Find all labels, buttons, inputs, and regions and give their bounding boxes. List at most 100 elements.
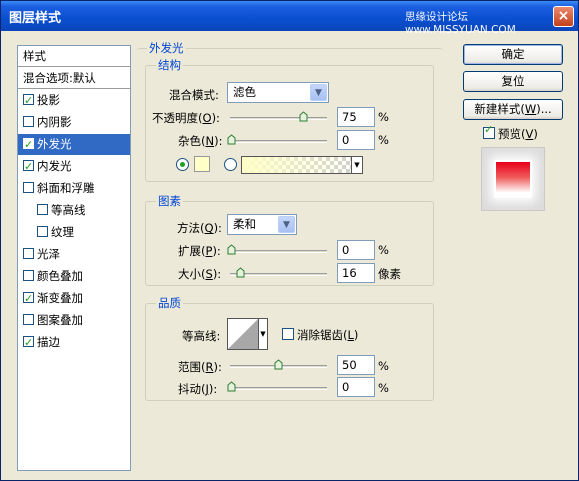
contour-label: 等高线:	[182, 329, 221, 343]
title-bar[interactable]: 图层样式 思缘设计论坛 www.MISSYUAN.COM ×	[1, 1, 578, 36]
style-list-label: 样式	[23, 49, 46, 63]
chevron-down-icon: ▼	[310, 84, 327, 101]
chevron-down-icon: ▼	[278, 216, 295, 233]
gradient-picker[interactable]: ▼	[241, 156, 363, 174]
blend-mode-value: 滤色	[233, 85, 256, 99]
style-list-item[interactable]: 纹理	[18, 222, 130, 243]
range-input[interactable]: 50	[337, 355, 375, 375]
style-list-label: 内发光	[37, 159, 72, 173]
spread-slider-thumb[interactable]	[227, 244, 236, 255]
quality-title: 品质	[156, 295, 183, 311]
style-list-label: 内阴影	[37, 115, 72, 129]
jitter-slider-thumb[interactable]	[227, 381, 236, 392]
style-list-item[interactable]: 内发光	[18, 156, 130, 177]
style-list-label: 斜面和浮雕	[37, 181, 95, 195]
dialog-title: 图层样式	[9, 11, 62, 26]
style-list-label: 外发光	[37, 137, 72, 151]
opacity-slider-track[interactable]	[230, 117, 327, 120]
style-list-item[interactable]: 投影	[18, 90, 130, 111]
preview-square	[494, 160, 532, 198]
solid-color-radio[interactable]	[176, 158, 189, 171]
style-list-label: 光泽	[37, 247, 60, 261]
antialias-label: 消除锯齿(L)	[297, 328, 359, 342]
size-input[interactable]: 16	[337, 263, 375, 283]
opacity-slider-thumb[interactable]	[299, 111, 308, 122]
outer-glow-title: 外发光	[147, 40, 186, 56]
style-checkbox[interactable]	[37, 226, 48, 237]
style-checkbox[interactable]	[23, 182, 34, 193]
style-list-label: 颜色叠加	[37, 269, 83, 283]
structure-title: 结构	[156, 57, 183, 73]
style-list-item[interactable]: 内阴影	[18, 112, 130, 133]
elements-title: 图素	[156, 193, 183, 209]
style-checkbox[interactable]	[23, 116, 34, 127]
style-checkbox[interactable]	[23, 288, 34, 309]
size-slider-thumb[interactable]	[236, 267, 245, 278]
style-list-item[interactable]: 颜色叠加	[18, 266, 130, 287]
spread-slider-track[interactable]	[230, 250, 327, 253]
style-list-item[interactable]: 外发光	[18, 134, 130, 155]
style-list-label: 描边	[37, 335, 60, 349]
technique-label: 方法(Q):	[177, 221, 222, 235]
size-unit: 像素	[378, 267, 401, 281]
style-checkbox[interactable]	[23, 134, 34, 155]
range-slider-thumb[interactable]	[274, 359, 283, 370]
glow-color-swatch[interactable]	[194, 156, 210, 172]
style-preview	[481, 147, 545, 211]
style-checkbox[interactable]	[23, 332, 34, 353]
style-list-item[interactable]: 样式	[18, 46, 130, 67]
range-percent: %	[378, 359, 389, 373]
antialias-checkbox[interactable]	[282, 328, 294, 340]
layer-style-dialog: 图层样式 思缘设计论坛 www.MISSYUAN.COM × 样式混合选项:默认…	[0, 0, 579, 481]
style-list-item[interactable]: 描边	[18, 332, 130, 353]
opacity-label: 不透明度(O):	[152, 111, 220, 125]
style-list-item[interactable]: 光泽	[18, 244, 130, 265]
preview-label: 预览(V)	[498, 127, 538, 141]
style-checkbox[interactable]	[23, 270, 34, 281]
blend-mode-select[interactable]: 滤色 ▼	[227, 82, 329, 103]
noise-percent: %	[378, 133, 389, 147]
new-style-button[interactable]: 新建样式(W)...	[463, 99, 563, 120]
spread-label: 扩展(P):	[178, 244, 221, 258]
style-checkbox[interactable]	[23, 314, 34, 325]
style-list-item[interactable]: 等高线	[18, 200, 130, 221]
gradient-radio[interactable]	[224, 158, 237, 171]
style-list-item[interactable]: 渐变叠加	[18, 288, 130, 309]
style-list: 样式混合选项:默认投影内阴影外发光内发光斜面和浮雕等高线纹理光泽颜色叠加渐变叠加…	[17, 45, 131, 471]
preview-checkbox[interactable]	[483, 123, 495, 139]
jitter-input[interactable]: 0	[337, 377, 375, 397]
jitter-label: 抖动(J):	[178, 382, 218, 396]
jitter-slider-track[interactable]	[230, 387, 327, 390]
ok-button[interactable]: 确定	[463, 44, 563, 65]
style-list-label: 混合选项:默认	[23, 71, 96, 85]
technique-value: 柔和	[233, 217, 256, 231]
style-list-label: 图案叠加	[37, 313, 83, 327]
style-checkbox[interactable]	[23, 90, 34, 111]
style-checkbox[interactable]	[23, 248, 34, 259]
noise-slider-track[interactable]	[230, 140, 327, 143]
jitter-percent: %	[378, 381, 389, 395]
reset-button[interactable]: 复位	[463, 71, 563, 92]
technique-select[interactable]: 柔和 ▼	[227, 214, 297, 235]
noise-input[interactable]: 0	[337, 130, 375, 150]
style-list-label: 投影	[37, 93, 60, 107]
style-checkbox[interactable]	[23, 156, 34, 177]
blend-mode-label: 混合模式:	[169, 88, 219, 102]
opacity-input[interactable]: 75	[337, 107, 375, 127]
style-list-item[interactable]: 图案叠加	[18, 310, 130, 331]
spread-input[interactable]: 0	[337, 240, 375, 260]
noise-label: 杂色(N):	[178, 134, 223, 148]
style-list-item[interactable]: 斜面和浮雕	[18, 178, 130, 199]
style-list-label: 渐变叠加	[37, 291, 83, 305]
preview-fill	[496, 162, 530, 196]
spread-percent: %	[378, 243, 389, 257]
contour-preview-icon	[228, 319, 258, 349]
style-list-label: 等高线	[51, 203, 86, 217]
close-icon: ×	[557, 8, 570, 24]
style-list-item[interactable]: 混合选项:默认	[18, 68, 130, 89]
chevron-down-icon: ▼	[258, 319, 267, 349]
style-checkbox[interactable]	[37, 204, 48, 215]
contour-picker[interactable]: ▼	[227, 318, 268, 350]
close-button[interactable]: ×	[553, 6, 574, 27]
noise-slider-thumb[interactable]	[227, 134, 236, 145]
